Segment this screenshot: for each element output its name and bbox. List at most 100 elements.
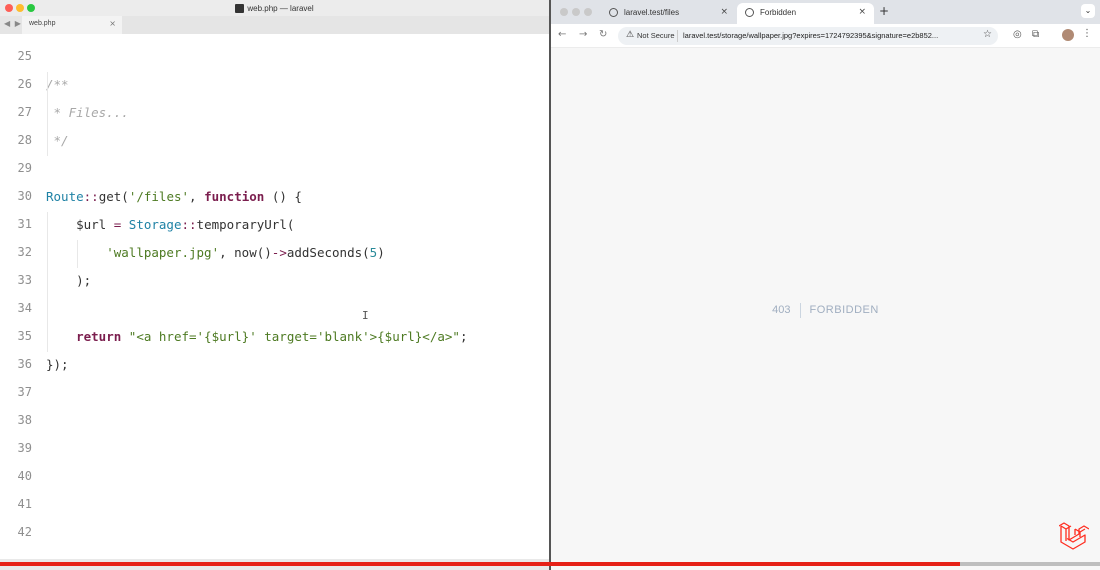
line-number: 37 [17,385,32,399]
code-text: }); [46,357,69,372]
close-tab-icon[interactable]: × [109,19,116,28]
code-token: temporaryUrl( [196,217,295,232]
browser-tab-forbidden[interactable]: Forbidden × [737,3,874,24]
code-token: -> [271,245,287,260]
error-text: FORBIDDEN [809,303,879,316]
code-token: 'wallpaper.jpg' [106,245,220,260]
code-line[interactable]: 25 [0,44,549,72]
editor-tabbar: ◀ ▶ web.php × [0,16,549,34]
browser-toolbar: ← → ↻ ⚠ Not Secure laravel.test/storage/… [551,24,1100,48]
browser-tab-label: laravel.test/files [624,8,680,17]
code-line[interactable]: 37 [0,380,549,408]
indent-guide [47,72,48,100]
editor-titlebar: web.php — laravel [0,0,549,16]
line-number: 28 [17,133,32,147]
code-text: /** [46,77,69,92]
security-label[interactable]: Not Secure [637,31,675,40]
line-number: 26 [17,77,32,91]
new-tab-button[interactable]: + [879,4,889,18]
video-progress-bar[interactable] [0,562,1100,566]
code-token: '/files' [128,189,190,204]
line-number: 29 [17,161,32,175]
address-bar[interactable]: ⚠ Not Secure laravel.test/storage/wallpa… [618,27,998,45]
puzzle-icon[interactable]: ⧉ [1032,29,1039,40]
code-line[interactable]: 26 /** [0,72,549,100]
code-line[interactable]: 38 [0,408,549,436]
code-line[interactable]: 39 [0,436,549,464]
code-line[interactable]: 34 [0,296,549,324]
tab-list-chevron-icon[interactable]: ⌄ [1081,4,1095,18]
code-line[interactable]: 32 'wallpaper.jpg', now()->addSeconds(5) [0,240,549,268]
forward-arrow-icon[interactable]: → [579,29,587,40]
code-line[interactable]: 40 [0,464,549,492]
tab-nav-arrows-icon[interactable]: ◀ ▶ [4,19,22,28]
indent-guide [47,212,48,240]
code-token: ) [377,245,385,260]
code-token: get( [98,189,129,204]
video-progress-fill [0,562,961,566]
reload-icon[interactable]: ↻ [599,29,607,40]
editor-window-title: web.php — laravel [247,3,314,13]
code-text: 'wallpaper.jpg', now()->addSeconds(5) [46,245,385,260]
document-icon [235,3,245,13]
code-editor-window: web.php — laravel ◀ ▶ web.php × 25 26/** 2… [0,0,549,570]
code-line[interactable]: 33 ); [0,268,549,296]
code-token: , now() [219,245,272,260]
code-token: */ [46,133,69,148]
code-line[interactable]: 29 [0,156,549,184]
code-text: * Files... [46,105,129,120]
line-number: 30 [17,189,32,203]
back-arrow-icon[interactable]: ← [558,29,566,40]
close-tab-icon[interactable]: × [720,7,728,17]
code-line[interactable]: 31 $url = Storage::temporaryUrl( [0,212,549,240]
line-number: 35 [17,329,32,343]
code-token: "<a href='{$url}' target='blank'>{$url}<… [128,329,460,344]
avatar[interactable] [1062,29,1074,41]
code-text: return "<a href='{$url}' target='blank'>… [46,329,467,344]
kebab-menu-icon[interactable]: ⋮ [1082,28,1092,39]
browser-tab-files[interactable]: laravel.test/files × [601,3,736,24]
extension-icon[interactable]: ◎ [1013,29,1022,40]
line-number: 40 [17,469,32,483]
code-line[interactable]: 30 Route::get('/files', function () { [0,184,549,212]
code-line[interactable]: 28 */ [0,128,549,156]
line-number: 38 [17,413,32,427]
code-line[interactable]: 35 return "<a href='{$url}' target='blan… [0,324,549,352]
code-token: }); [46,357,69,372]
code-token: $url [46,217,114,232]
editor-title-wrap: web.php — laravel [0,0,549,16]
indent-guide [47,296,48,324]
indent-guide [47,128,48,156]
code-line[interactable]: 42 [0,520,549,548]
line-number: 34 [17,301,32,315]
bookmark-star-icon[interactable]: ☆ [983,29,992,40]
line-number: 31 [17,217,32,231]
url-text[interactable]: laravel.test/storage/wallpaper.jpg?expir… [683,31,975,40]
code-line[interactable]: 36}); [0,352,549,380]
line-number: 39 [17,441,32,455]
warning-icon[interactable]: ⚠ [626,30,634,40]
line-number: 36 [17,357,32,371]
code-token: ); [46,273,92,288]
close-window-button[interactable] [560,8,568,16]
code-token: Storage [128,217,182,232]
close-tab-icon[interactable]: × [858,7,866,17]
code-line[interactable]: 27 * Files... [0,100,549,128]
zoom-window-button[interactable] [584,8,592,16]
laravel-logo-icon [1059,522,1089,550]
code-line[interactable]: 41 [0,492,549,520]
code-token: , [189,189,205,204]
tab-label: web.php [29,20,56,27]
line-number: 25 [17,49,32,63]
code-token: function [204,189,265,204]
tab-web-php[interactable]: web.php × [22,16,122,34]
code-text: */ [46,133,69,148]
code-token: () { [264,189,302,204]
minimize-window-button[interactable] [572,8,580,16]
line-number: 32 [17,245,32,259]
browser-tab-label: Forbidden [760,8,797,17]
code-token: ; [459,329,468,344]
